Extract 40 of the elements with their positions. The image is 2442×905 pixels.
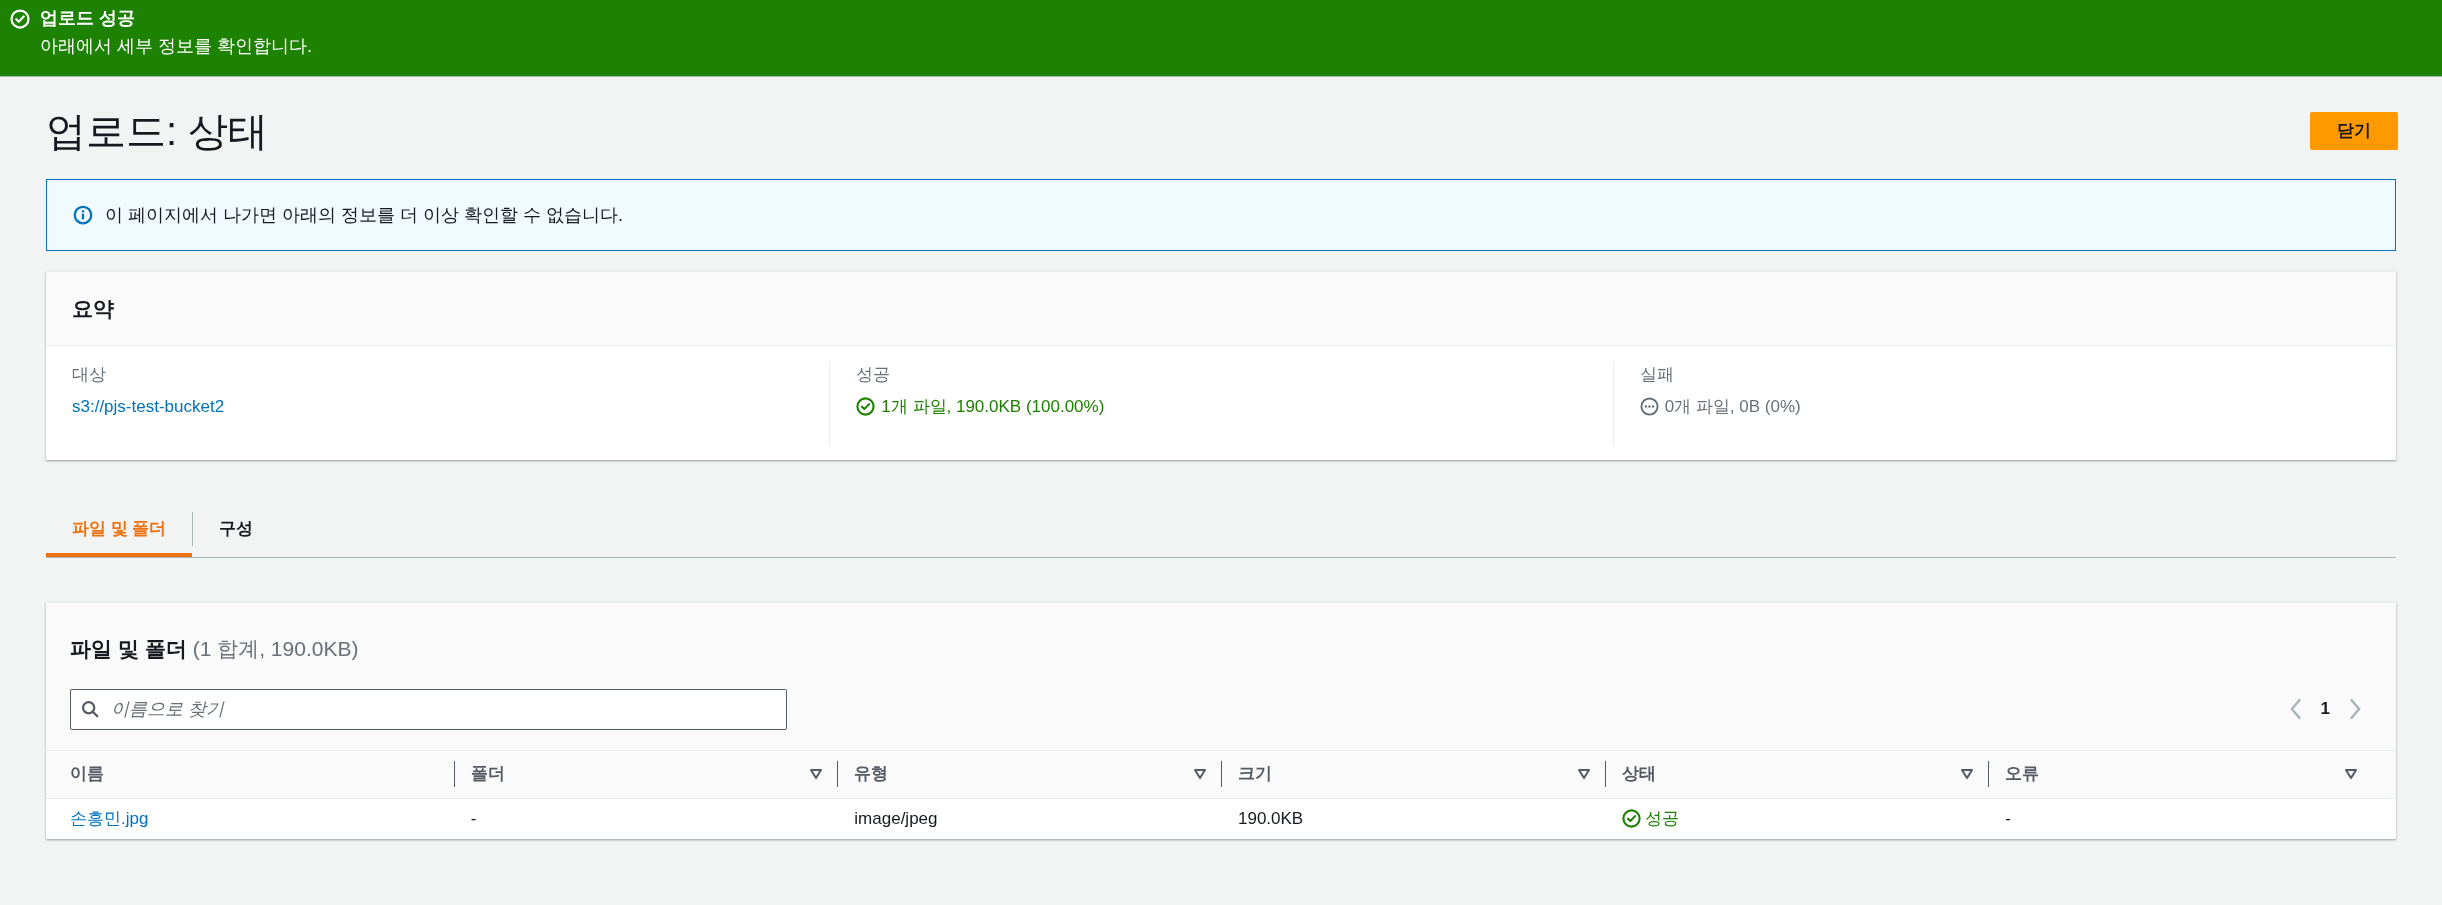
banner-message: 아래에서 세부 정보를 확인합니다. <box>40 35 312 58</box>
check-circle-icon <box>10 9 30 29</box>
file-link[interactable]: 손흥민.jpg <box>70 805 149 832</box>
search-icon <box>81 699 99 718</box>
banner-title: 업로드 성공 <box>40 7 136 30</box>
table-title: 파일 및 폴더 <box>70 636 187 662</box>
page-title: 업로드: 상태 <box>46 108 269 155</box>
check-circle-icon <box>856 396 876 416</box>
sort-caret-icon[interactable] <box>1960 768 1975 780</box>
ellipsis-circle-icon <box>1639 396 1659 416</box>
summary-title: 요약 <box>72 295 114 322</box>
table-cell-text: - <box>470 807 477 830</box>
status-text: 성공 <box>1644 807 1679 830</box>
table-count: (1 합계, 190.0KB) <box>192 636 359 662</box>
table-cell-text: - <box>2005 807 2011 830</box>
close-button[interactable]: 닫기 <box>2310 112 2398 150</box>
summary-label: 성공 <box>856 364 892 386</box>
info-icon <box>73 205 93 225</box>
info-message: 이 페이지에서 나가면 아래의 정보를 더 이상 확인할 수 없습니다. <box>105 203 623 227</box>
tab[interactable]: 구성 <box>193 500 280 557</box>
summary-label: 실패 <box>1639 364 1675 386</box>
bucket-link[interactable]: s3://pjs-test-bucket2 <box>72 393 225 419</box>
column-header[interactable]: 유형 <box>854 761 1193 787</box>
column-header[interactable]: 상태 <box>1621 761 1961 787</box>
column-header[interactable]: 폴더 <box>470 761 810 787</box>
search-field[interactable]: 이름으로 찾기 <box>70 688 787 730</box>
summary-value: 1개 파일, 190.0KB (100.00%) <box>881 395 1105 418</box>
column-header[interactable]: 이름 <box>70 761 454 787</box>
sort-caret-icon[interactable] <box>809 768 824 780</box>
summary-label: 대상 <box>72 364 107 386</box>
check-circle-icon <box>1621 809 1641 828</box>
page-number[interactable]: 1 <box>2320 696 2330 722</box>
table-cell-text: image/jpeg <box>854 807 938 830</box>
sort-caret-icon[interactable] <box>1576 768 1591 780</box>
summary-value: 0개 파일, 0B (0%) <box>1664 395 1801 418</box>
column-header[interactable]: 오류 <box>2005 761 2344 787</box>
table-cell-text: 190.0KB <box>1238 807 1304 830</box>
column-header[interactable]: 크기 <box>1238 761 1577 787</box>
sort-caret-icon[interactable] <box>2344 768 2358 780</box>
sort-caret-icon[interactable] <box>1193 768 1207 780</box>
